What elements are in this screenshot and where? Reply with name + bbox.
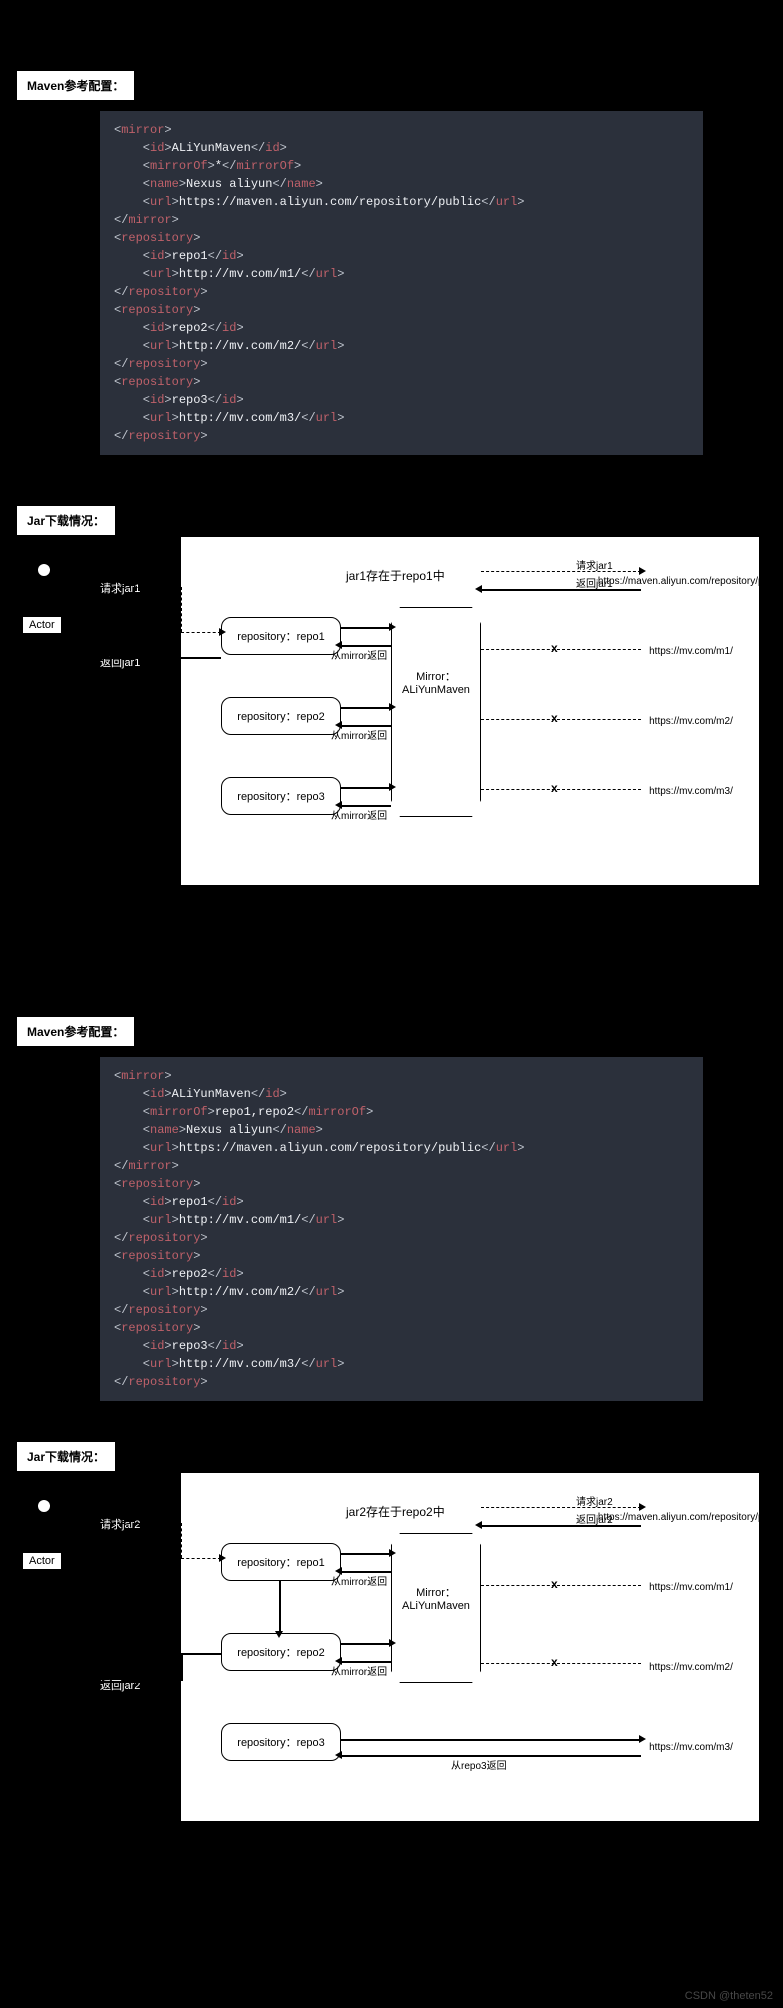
repo-box-1: repository：repo1 <box>221 617 341 655</box>
diagram-1: Actor 请求jar1 返回jar1 jar1存在于repo1中 reposi… <box>10 536 773 896</box>
x-icon: x <box>551 641 558 655</box>
code-block-2: <mirror> <id>ALiYunMaven</id> <mirrorOf>… <box>100 1057 703 1401</box>
x-icon: x <box>551 711 558 725</box>
x-icon: x <box>551 781 558 795</box>
request-label: 请求jar2 <box>100 1516 140 1532</box>
mirror-box: Mirror： ALiYunMaven <box>391 607 481 817</box>
remote-response: 返回jar2 <box>576 1511 613 1526</box>
watermark: CSDN @theten52 <box>685 1990 773 2002</box>
mirror-return-2: 从mirror返回 <box>331 727 387 742</box>
repo-box-1: repository：repo1 <box>221 1543 341 1581</box>
remote-request: 请求jar1 <box>576 557 613 572</box>
repo-box-3: repository：repo3 <box>221 777 341 815</box>
x-icon: x <box>551 1655 558 1669</box>
remote-response: 返回jar1 <box>576 575 613 590</box>
diagram-2: Actor 请求jar2 返回jar2 jar2存在于repo2中 reposi… <box>10 1472 773 1832</box>
jar-download-label-2: Jar下载情况： <box>16 1441 116 1472</box>
repo-box-3: repository：repo3 <box>221 1723 341 1761</box>
jar-title: jar2存在于repo2中 <box>346 1503 445 1520</box>
jar-title: jar1存在于repo1中 <box>346 567 445 584</box>
mirror-return-1: 从mirror返回 <box>331 647 387 662</box>
remote-request: 请求jar2 <box>576 1493 613 1508</box>
code-block-1: <mirror> <id>ALiYunMaven</id> <mirrorOf>… <box>100 111 703 455</box>
cloud-aliyun: https://maven.aliyun.com/repository/publ… <box>641 1493 741 1541</box>
actor-dot-icon <box>38 564 50 576</box>
actor-label: Actor <box>22 616 62 634</box>
cloud-m2: https://mv.com/m2/ <box>641 697 741 745</box>
cloud-m3: https://mv.com/m3/ <box>641 767 741 815</box>
x-icon: x <box>551 1577 558 1591</box>
maven-config-label-2: Maven参考配置： <box>16 1016 135 1047</box>
mirror-return-1: 从mirror返回 <box>331 1573 387 1588</box>
jar-download-label-1: Jar下载情况： <box>16 505 116 536</box>
repo3-return: 从repo3返回 <box>451 1757 507 1772</box>
maven-config-label-1: Maven参考配置： <box>16 70 135 101</box>
mirror-box: Mirror： ALiYunMaven <box>391 1533 481 1683</box>
repo-box-2: repository：repo2 <box>221 697 341 735</box>
cloud-m3: https://mv.com/m3/ <box>641 1723 741 1771</box>
mirror-return-3: 从mirror返回 <box>331 807 387 822</box>
actor-label: Actor <box>22 1552 62 1570</box>
cloud-m1: https://mv.com/m1/ <box>641 1563 741 1611</box>
response-label: 返回jar2 <box>100 1677 140 1693</box>
cloud-m2: https://mv.com/m2/ <box>641 1643 741 1691</box>
actor-dot-icon <box>38 1500 50 1512</box>
repo-box-2: repository：repo2 <box>221 1633 341 1671</box>
mirror-return-2: 从mirror返回 <box>331 1663 387 1678</box>
cloud-m1: https://mv.com/m1/ <box>641 627 741 675</box>
request-label: 请求jar1 <box>100 580 140 596</box>
cloud-aliyun: https://maven.aliyun.com/repository/publ… <box>641 557 741 605</box>
